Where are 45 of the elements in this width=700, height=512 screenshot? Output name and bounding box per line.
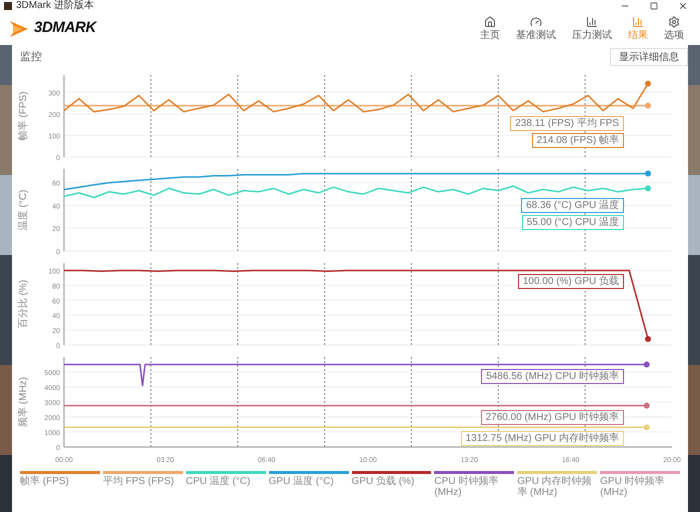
- end-point-marker: [644, 402, 650, 409]
- bar-chart-icon: [632, 16, 644, 28]
- gauge-icon: [530, 16, 542, 28]
- axis-title: 百分比 (%): [18, 280, 29, 328]
- value-tag: 68.36 (°C) GPU 温度: [521, 198, 624, 213]
- show-details-button[interactable]: 显示详细信息: [610, 48, 688, 66]
- legend-label: GPU 时钟频率 (MHz): [600, 476, 666, 498]
- legend-label: CPU 温度 (°C): [186, 476, 252, 487]
- bar-chart-icon: [586, 16, 598, 28]
- legend-label: 帧率 (FPS): [20, 476, 70, 487]
- axis-title: 帧率 (FPS): [18, 92, 29, 140]
- nav-tab[interactable]: 压力测试: [568, 16, 616, 42]
- nav-tab[interactable]: 主页: [476, 16, 504, 42]
- settings-icon: [668, 16, 680, 28]
- logo-icon: [8, 18, 30, 38]
- end-point-marker: [645, 170, 651, 177]
- value-tag: 1312.75 (MHz) GPU 内存时钟频率: [460, 431, 624, 446]
- axis-title: 温度 (°C): [18, 190, 29, 230]
- end-point-marker: [645, 80, 651, 87]
- maximize-icon[interactable]: [650, 2, 658, 10]
- axis-title: 频率 (MHz): [18, 377, 29, 427]
- home-icon: [484, 16, 496, 28]
- legend-label: CPU 时钟频率 (MHz): [434, 476, 500, 498]
- value-tag: 238.11 (FPS) 平均 FPS: [510, 116, 624, 130]
- value-tag: 55.00 (°C) CPU 温度: [522, 214, 624, 230]
- section-title: 监控: [20, 50, 42, 65]
- nav-tab[interactable]: 选项: [660, 16, 688, 42]
- value-tag: 214.08 (FPS) 帧率: [532, 132, 624, 148]
- legend-label: 平均 FPS (FPS): [102, 476, 175, 487]
- legend-label: GPU 内存时钟频率 (MHz): [517, 476, 593, 498]
- value-tag: 2760.00 (MHz) GPU 时钟频率: [480, 410, 624, 425]
- nav-tab[interactable]: 基准测试: [512, 16, 560, 42]
- end-point-marker: [644, 362, 650, 368]
- logo-text: 3DMARK: [34, 18, 96, 38]
- close-icon[interactable]: [678, 1, 688, 11]
- end-point-marker: [645, 185, 651, 192]
- legend-label: GPU 负载 (%): [352, 476, 416, 487]
- legend-label: GPU 温度 (°C): [268, 476, 335, 487]
- value-tag: 100.00 (%) GPU 负载: [518, 274, 624, 290]
- window-title: 3DMark 进阶版本: [16, 0, 94, 12]
- end-point-marker: [644, 424, 650, 430]
- end-point-marker: [645, 102, 651, 109]
- end-point-marker: [645, 336, 651, 342]
- value-tag: 5486.56 (MHz) CPU 时钟频率: [481, 368, 624, 384]
- app-icon: [4, 2, 12, 10]
